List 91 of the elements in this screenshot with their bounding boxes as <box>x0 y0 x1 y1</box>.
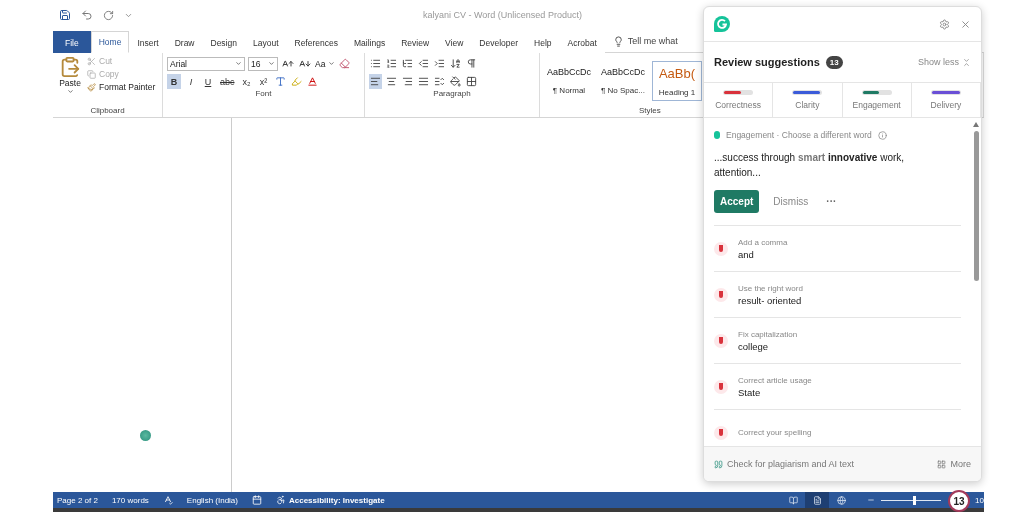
globe-icon <box>836 495 846 505</box>
zoom-level: 10 <box>975 495 984 505</box>
dismiss-button[interactable]: Dismiss <box>769 196 813 207</box>
slider-thumb[interactable] <box>913 495 917 505</box>
save-icon[interactable] <box>59 9 71 21</box>
pilcrow-icon[interactable] <box>465 56 478 71</box>
copy-icon <box>87 69 96 79</box>
page-count: Page 2 of 2 <box>57 495 98 505</box>
logo-icon <box>714 16 730 32</box>
category-tab[interactable]: Correctness <box>704 83 774 117</box>
book-icon <box>788 495 798 505</box>
group-label: Font <box>255 89 272 100</box>
accessibility-icon[interactable] <box>276 495 286 505</box>
paintbrush-icon <box>87 82 96 92</box>
format-button[interactable]: I <box>184 74 198 89</box>
close-icon[interactable] <box>960 18 971 30</box>
accept-button[interactable]: Accept <box>714 190 760 213</box>
format-painter-button[interactable]: Format Painter <box>87 82 156 92</box>
suggestion-text: result- oriented <box>738 294 803 306</box>
suggestion-item[interactable]: Fix capitalization college <box>714 318 961 364</box>
ribbon-tab[interactable]: Home <box>90 31 130 53</box>
file-tab[interactable]: File <box>53 31 91 53</box>
format-button[interactable]: U <box>201 74 215 89</box>
group-label: Clipboard <box>90 106 125 117</box>
correctness-icon <box>714 333 728 348</box>
suggestion-sentence: ...success through smart innovative work, attention... <box>714 151 906 180</box>
suggestion-item[interactable]: Use the right word result- oriented <box>714 272 961 318</box>
quote-icon <box>714 459 723 469</box>
suggestion-type: Use the right word <box>738 283 803 293</box>
group-label: Styles <box>639 106 661 117</box>
group-label: Paragraph <box>433 89 471 100</box>
scroll-up-icon[interactable] <box>973 122 979 127</box>
format-button[interactable]: x² <box>256 74 271 89</box>
collapse-icon <box>962 57 971 67</box>
text-effects-icon[interactable] <box>273 74 287 89</box>
more-options-button[interactable]: ··· <box>822 196 841 207</box>
correctness-icon <box>714 379 728 394</box>
sort-icon[interactable] <box>449 56 462 71</box>
language-label: English (India) <box>186 495 238 505</box>
grid-icon <box>937 459 947 469</box>
settings-icon[interactable] <box>939 18 950 30</box>
clipboard-icon <box>59 56 81 78</box>
suggestion-item[interactable]: Add a comma and <box>714 226 961 272</box>
lightbulb-icon <box>612 35 624 47</box>
undo-icon[interactable] <box>81 9 93 21</box>
font-name-dropdown[interactable]: Arial <box>167 56 245 71</box>
suggestion-type: Add a comma <box>738 237 788 247</box>
format-button[interactable]: B <box>167 74 181 89</box>
cursor-dot-icon <box>140 430 151 441</box>
caret-icon <box>328 60 336 67</box>
suggestion-category: Engagement · Choose a different word <box>726 130 872 140</box>
suggestion-text: State <box>738 386 762 398</box>
correctness-icon <box>714 287 728 302</box>
caret-icon <box>268 60 275 67</box>
view-button[interactable] <box>805 492 830 508</box>
suggestion-type: Correct your spelling <box>738 428 812 437</box>
more-button[interactable]: More <box>937 459 971 469</box>
format-button[interactable]: x₂ <box>239 74 254 89</box>
suggestion-item[interactable]: Correct article usage State <box>714 364 961 410</box>
style-option[interactable]: AaBb( Heading 1 <box>652 61 702 101</box>
caret-icon <box>66 88 74 95</box>
change-case-button[interactable]: Aa <box>315 58 336 69</box>
suggestion-type: Fix capitalization <box>738 329 798 339</box>
redo-icon[interactable] <box>103 9 114 21</box>
clear-formatting-icon[interactable] <box>338 56 352 71</box>
accessibility-status: Accessibility: Investigate <box>289 495 385 505</box>
panel-title: Review suggestions <box>714 56 820 68</box>
plagiarism-check-button[interactable]: Check for plagiarism and AI text <box>714 459 855 469</box>
suggestion-count: 13 <box>825 55 843 69</box>
proofing-icon[interactable] <box>162 495 173 505</box>
font-color-icon[interactable] <box>305 74 319 89</box>
suggestion-text: and <box>738 248 755 260</box>
tell-me-field[interactable]: Tell me what <box>627 36 678 46</box>
format-button[interactable]: abc <box>218 74 237 89</box>
caret-icon <box>235 60 242 67</box>
shading-icon[interactable] <box>449 74 462 89</box>
page-icon <box>812 495 822 505</box>
borders-icon[interactable] <box>465 74 478 89</box>
window-title: kalyani CV - Word (Unlicensed Product) <box>423 10 582 20</box>
calendar-icon[interactable] <box>252 495 262 505</box>
paste-button[interactable]: Paste <box>57 56 83 106</box>
align-icon[interactable] <box>369 74 382 89</box>
scissors-icon <box>87 56 96 66</box>
font-size-dropdown[interactable]: 16 <box>248 56 278 71</box>
numbering-icon[interactable] <box>385 56 398 71</box>
correctness-icon <box>714 425 728 440</box>
suggestion-text: college <box>738 340 770 352</box>
show-less-button[interactable]: Show less <box>917 57 971 67</box>
word-count: 170 words <box>111 495 149 505</box>
correctness-icon <box>714 241 728 256</box>
suggestion-type: Correct article usage <box>738 375 812 385</box>
